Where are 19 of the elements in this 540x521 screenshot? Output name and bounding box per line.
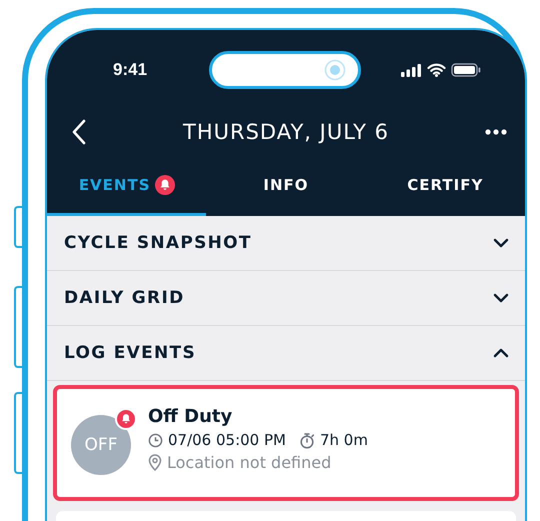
- wifi-icon: [427, 63, 446, 77]
- camera-icon: [324, 59, 346, 81]
- status-time: 9:41: [113, 60, 148, 80]
- event-card[interactable]: OFF Off Duty 07/06 05:00 PM 7h 0m Location not defined: [53, 385, 519, 501]
- signal-icon: [401, 64, 422, 76]
- event-location: Location not defined: [167, 453, 332, 472]
- header-title: THURSDAY, JULY 6: [182, 120, 390, 144]
- battery-icon: [451, 63, 481, 77]
- tab[interactable]: INFO: [206, 160, 366, 216]
- location-pin-icon: [148, 454, 162, 471]
- event-title: Off Duty: [148, 406, 234, 427]
- more-icon[interactable]: [485, 129, 507, 135]
- event-duration: 7h 0m: [320, 431, 368, 449]
- clock-icon: [148, 432, 163, 448]
- status-label: OFF: [84, 435, 118, 455]
- event-time: 07/06 05:00 PM: [168, 431, 286, 449]
- tab[interactable]: CERTIFY: [366, 160, 525, 216]
- back-icon[interactable]: [71, 119, 87, 145]
- stopwatch-icon: [298, 432, 315, 448]
